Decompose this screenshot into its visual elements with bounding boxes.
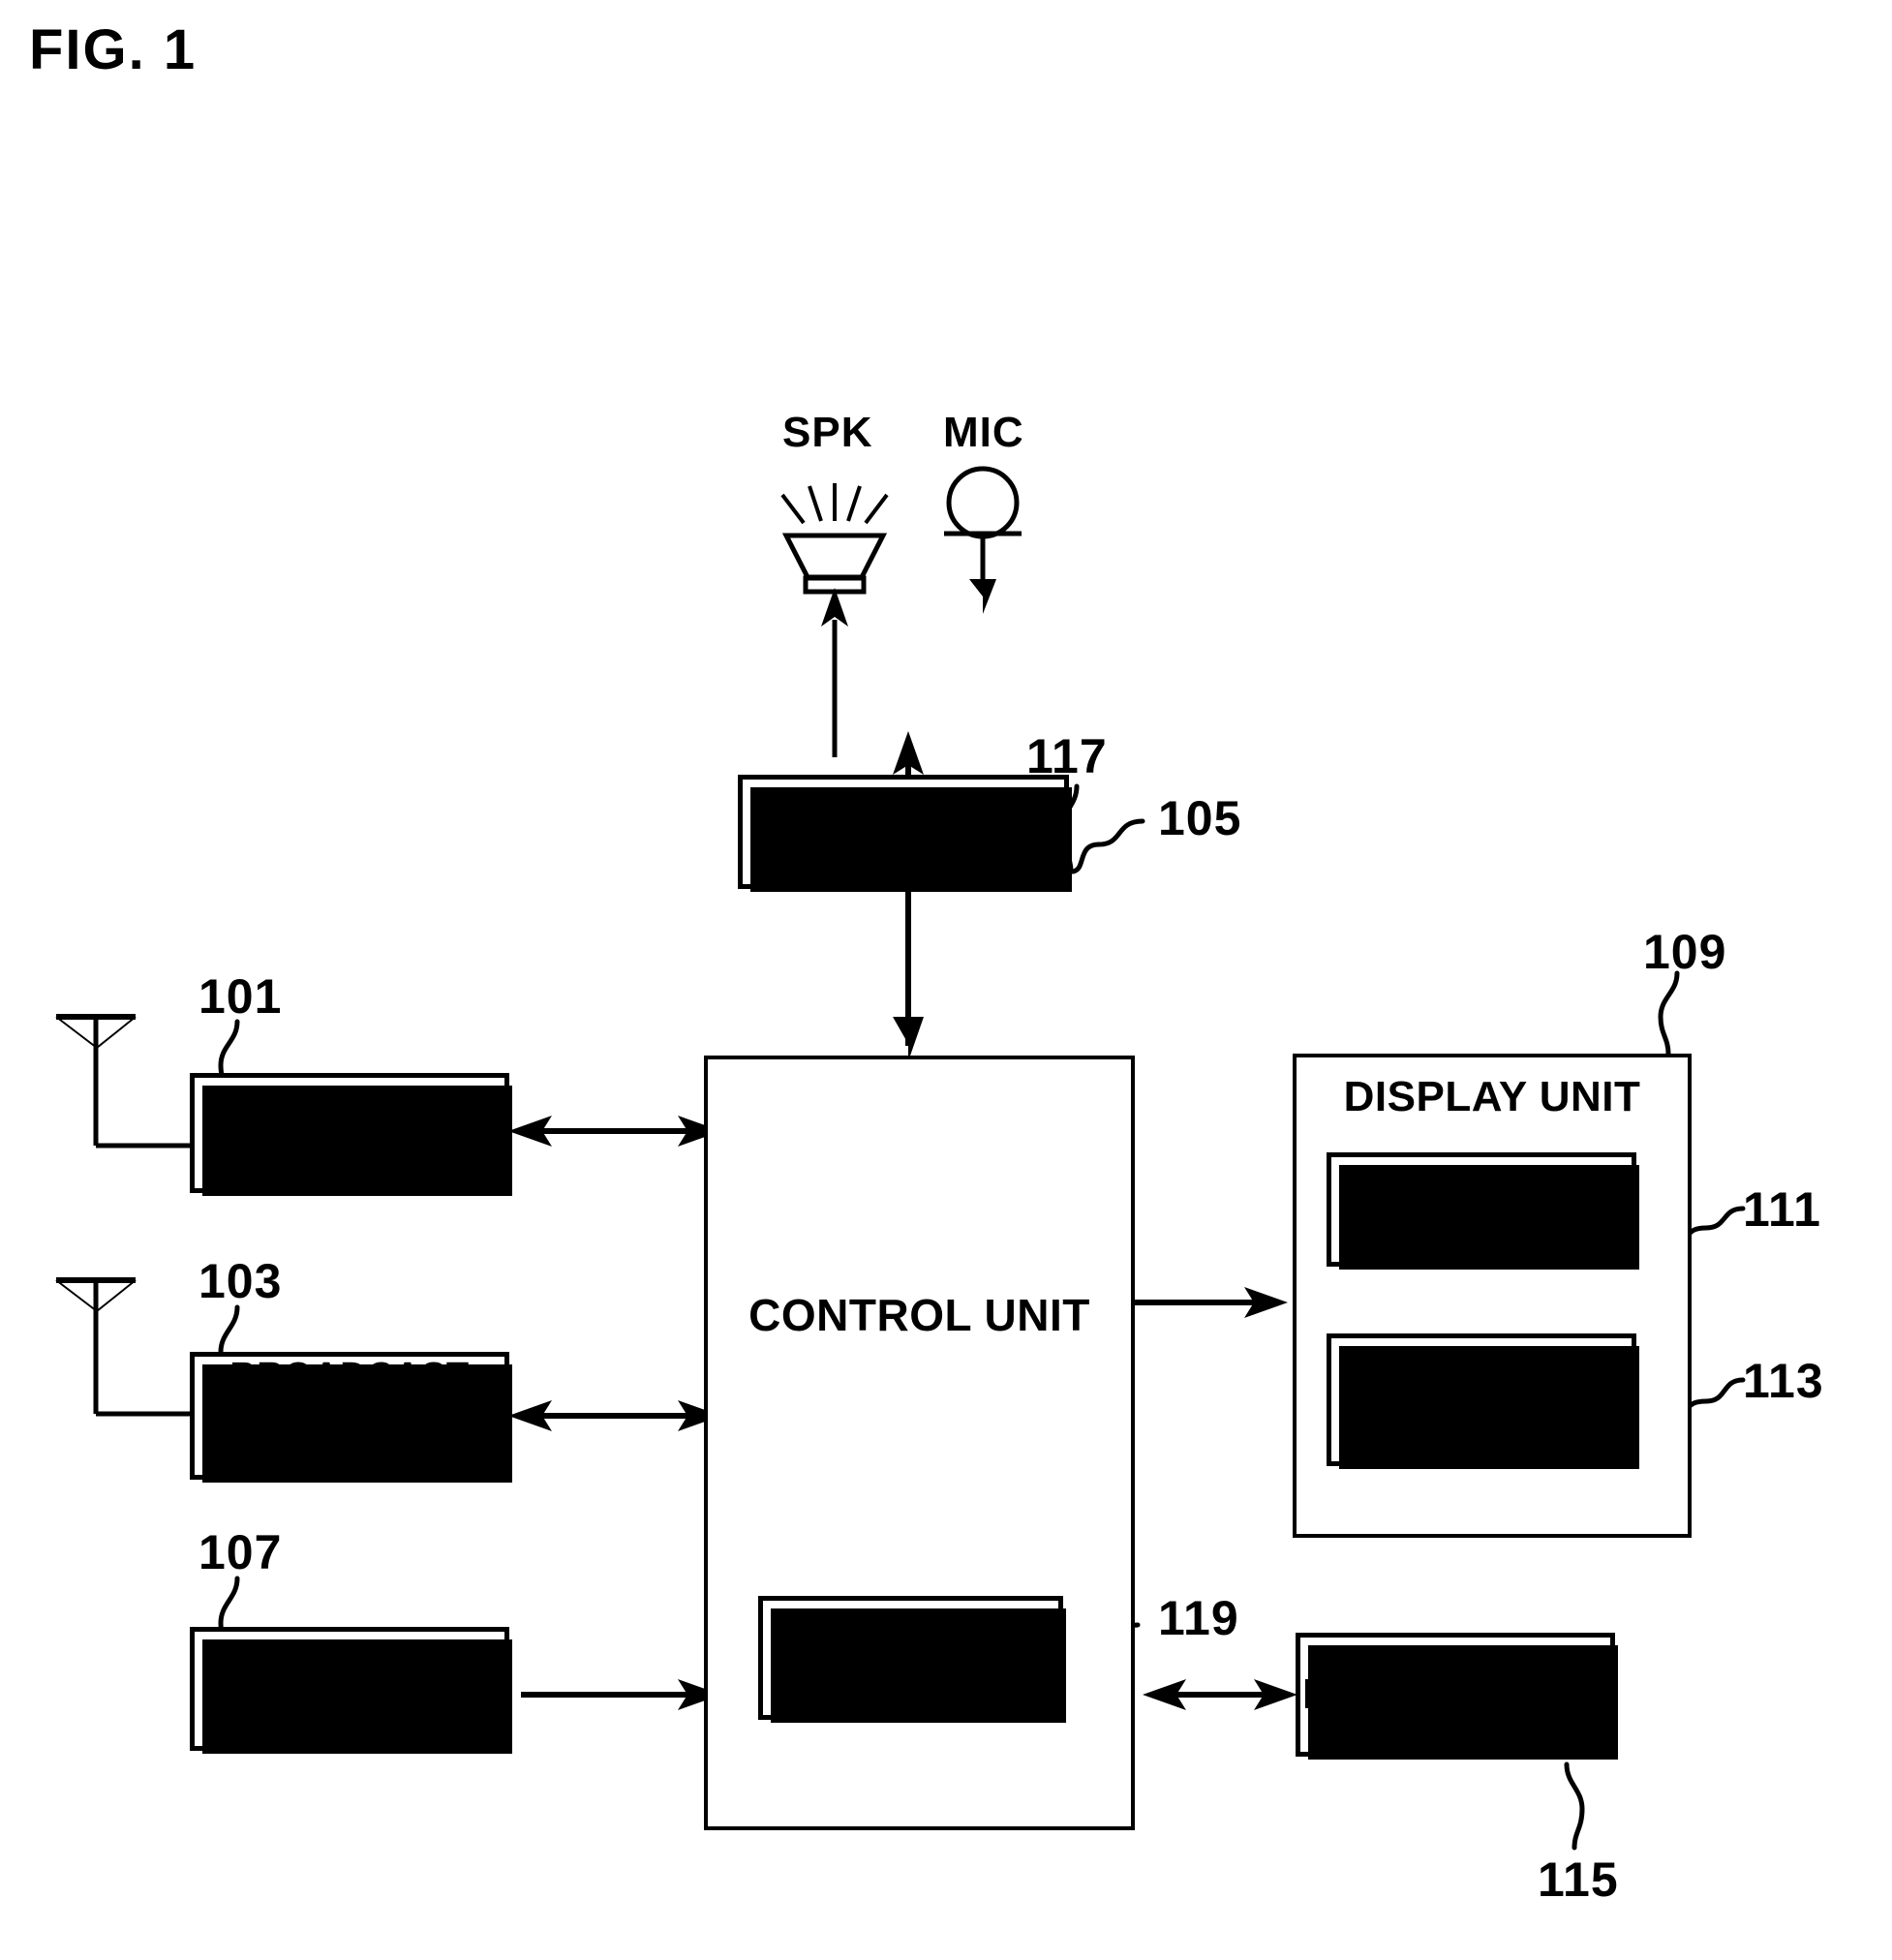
leader-115 [1564, 1761, 1585, 1851]
broadcast-reception-unit-label-line2: RECEPTION UNIT [239, 1394, 460, 1474]
ref-113: 113 [1743, 1354, 1824, 1408]
speaker-caption: SPK [782, 409, 873, 456]
setting-section-label-line2: SECTION [822, 1657, 999, 1700]
block-rf-unit[interactable]: RF UNIT [190, 1073, 512, 1196]
block-second-screen[interactable]: SECOND SCREEN [1327, 1333, 1639, 1469]
second-screen-label-line1: SECOND [1396, 1358, 1567, 1401]
audio-control-arrowhead-up [893, 731, 924, 775]
ref-103: 103 [198, 1254, 283, 1308]
ref-107: 107 [198, 1525, 283, 1579]
speaker-arrowhead [821, 588, 848, 627]
memory-arrowhead-left [1143, 1679, 1186, 1710]
second-screen-label-line2: SCREEN [1399, 1398, 1564, 1442]
ref-111: 111 [1743, 1182, 1821, 1237]
block-memory-unit[interactable]: MEMORY UNIT [1296, 1633, 1618, 1760]
block-first-screen[interactable]: FIRST SCREEN [1327, 1152, 1639, 1270]
block-input-unit[interactable]: INPUT UNIT [190, 1627, 512, 1754]
ref-115: 115 [1538, 1853, 1619, 1907]
input-unit-label: INPUT UNIT [222, 1663, 477, 1714]
antenna-icon-rf [55, 1014, 190, 1148]
antenna-icon-broadcast [55, 1277, 190, 1417]
first-screen-label: FIRST SCREEN [1336, 1188, 1627, 1231]
microphone-caption: MIC [943, 409, 1024, 456]
display-arrowhead [1244, 1287, 1288, 1318]
ref-119: 119 [1158, 1591, 1239, 1645]
microphone-icon [944, 466, 1022, 539]
rf-unit-label: RF UNIT [259, 1107, 440, 1158]
display-unit-label: DISPLAY UNIT [1343, 1073, 1641, 1120]
ref-117: 117 [1026, 729, 1108, 783]
block-broadcast-reception-unit[interactable]: BROADCAST RECEPTION UNIT [190, 1352, 512, 1483]
speaker-icon [780, 483, 889, 595]
memory-arrowhead-right [1254, 1679, 1297, 1710]
leader-105 [1070, 818, 1145, 874]
broadcast-reception-unit-label-line1: BROADCAST [229, 1356, 470, 1397]
memory-unit-label: MEMORY UNIT [1302, 1669, 1608, 1718]
rf-arrowhead-left [508, 1116, 552, 1147]
setting-section-label-line1: SETTING [825, 1616, 996, 1659]
block-audio-unit[interactable]: AUDIO UNIT [738, 775, 1072, 892]
ref-101: 101 [198, 969, 283, 1024]
ref-109: 109 [1643, 925, 1727, 979]
leader-109 [1658, 970, 1680, 1057]
control-unit-label: CONTROL UNIT [748, 1290, 1090, 1340]
figure-canvas: FIG. 1 SPK MIC AUDIO UNIT 105 RF UNIT 10… [0, 0, 1892, 1960]
audio-unit-label: AUDIO UNIT [771, 806, 1036, 857]
figure-title: FIG. 1 [29, 18, 198, 81]
ref-105: 105 [1158, 791, 1242, 845]
block-setting-section[interactable]: SETTING SECTION [758, 1596, 1066, 1723]
broadcast-arrowhead-left [508, 1400, 552, 1431]
mic-arrowhead [969, 579, 996, 614]
